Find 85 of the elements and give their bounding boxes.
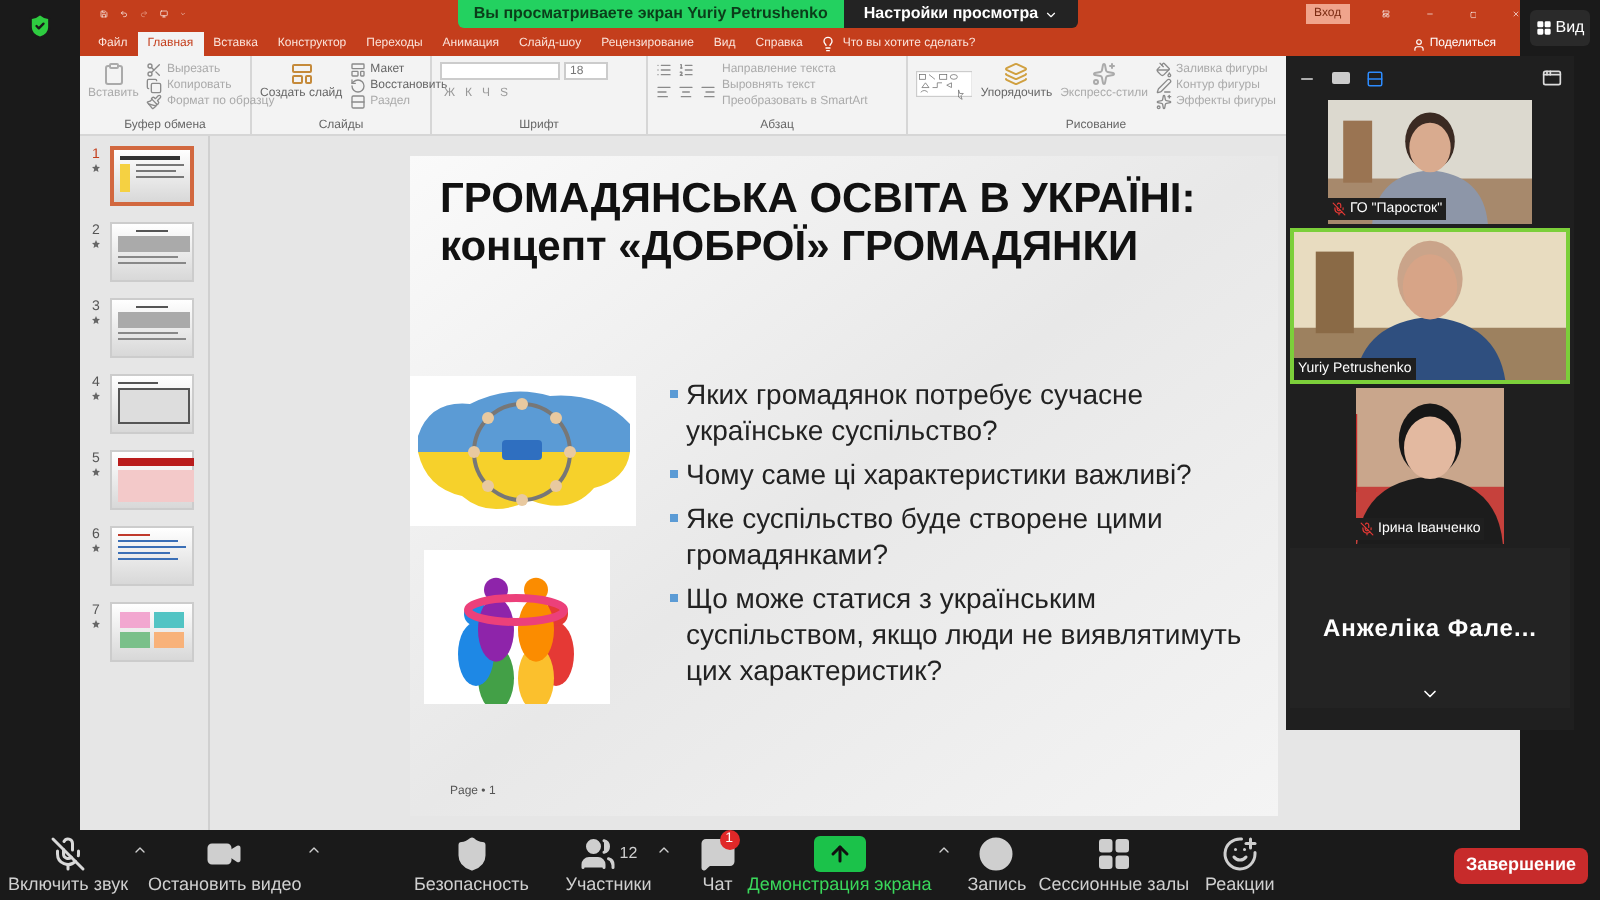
bullet-text: Яке суспільство буде створене цими громадянками? xyxy=(686,500,1165,572)
shield-icon xyxy=(453,836,490,872)
maximize-icon[interactable] xyxy=(1469,7,1477,21)
caret-icon[interactable] xyxy=(655,842,672,858)
slide-title: концепт «ДОБРОЇ» ГРОМАДЯНКИ xyxy=(440,224,1141,272)
shield-icon xyxy=(26,12,54,40)
caret-icon[interactable] xyxy=(132,842,149,858)
toolbar-button[interactable]: 12 Участники xyxy=(565,834,652,896)
section-icon[interactable] xyxy=(350,94,367,110)
toolbar-button[interactable]: Запись xyxy=(967,834,1027,896)
align-center-icon[interactable] xyxy=(678,84,694,100)
person-icon xyxy=(1411,37,1426,51)
pen-icon[interactable] xyxy=(1155,78,1172,94)
toolbar-button[interactable]: Безопасность xyxy=(401,834,542,896)
undo-icon[interactable] xyxy=(119,6,128,22)
bullets-icon[interactable] xyxy=(656,62,672,78)
reset-icon[interactable] xyxy=(350,78,367,94)
redo-icon[interactable] xyxy=(139,6,148,22)
slide-thumbnail[interactable] xyxy=(110,222,194,282)
ribbon-display-icon[interactable] xyxy=(1381,6,1390,22)
arrange-icon[interactable] xyxy=(1004,62,1029,86)
smiley-icon xyxy=(1221,836,1258,872)
align-left-icon[interactable] xyxy=(656,84,672,100)
bullet-icon xyxy=(670,390,678,398)
caret-icon[interactable] xyxy=(935,842,952,858)
star-icon xyxy=(92,392,100,400)
slide-thumbnail[interactable] xyxy=(110,450,194,510)
slide-title: ГРОМАДЯНСЬКА ОСВІТА В УКРАЇНІ: xyxy=(440,176,1198,224)
toolbar-button[interactable]: Включить звук xyxy=(8,834,129,896)
thumbnail-view-icon[interactable] xyxy=(1332,72,1350,84)
grid-icon xyxy=(1095,836,1132,872)
quick-styles-icon[interactable] xyxy=(1092,62,1117,86)
slide-thumbnail[interactable] xyxy=(110,146,194,206)
toolbar-button[interactable]: Сессионные залы xyxy=(1038,834,1190,896)
copy-icon[interactable] xyxy=(146,78,163,94)
slide-thumbnail[interactable] xyxy=(110,374,194,434)
scissors-icon[interactable] xyxy=(146,62,163,78)
brush-icon[interactable] xyxy=(146,94,163,110)
layout-icon[interactable] xyxy=(350,62,367,78)
slide-thumbnail[interactable] xyxy=(110,526,194,586)
save-icon[interactable] xyxy=(100,6,108,22)
star-icon xyxy=(92,316,100,324)
fill-icon[interactable] xyxy=(1155,62,1172,78)
mic-muted-icon xyxy=(1332,202,1346,216)
paste-icon[interactable] xyxy=(101,62,126,86)
caret-icon xyxy=(1044,7,1059,21)
view-button[interactable]: Вид xyxy=(1529,10,1591,46)
participant-name: Анжеліка Фале... xyxy=(1323,612,1537,646)
share-screen-icon xyxy=(813,836,866,872)
caret-icon[interactable] xyxy=(305,842,322,858)
toolbar-button[interactable]: Остановить видео xyxy=(148,834,302,896)
star-icon xyxy=(92,468,100,476)
bullet-icon xyxy=(670,470,678,478)
toolbar-button[interactable]: Демонстрация экрана xyxy=(747,834,932,896)
align-right-icon[interactable] xyxy=(700,84,716,100)
end-button[interactable]: Завершение xyxy=(1453,847,1588,883)
speaker-view-icon[interactable] xyxy=(1366,69,1384,87)
view-options-button[interactable]: Настройки просмотра xyxy=(843,0,1079,28)
star-icon xyxy=(92,620,100,628)
bullet-icon xyxy=(670,514,678,522)
new-slide-icon[interactable] xyxy=(289,62,314,86)
star-icon xyxy=(92,164,100,172)
lightbulb-icon xyxy=(820,36,837,52)
toolbar-button[interactable]: Реакции xyxy=(1205,834,1275,896)
slide-thumbnail[interactable] xyxy=(110,298,194,358)
bullet-icon xyxy=(670,594,678,602)
font-name-field[interactable] xyxy=(440,62,560,80)
numbering-icon[interactable] xyxy=(678,62,694,78)
screen-share-banner: Вы просматриваете экран Yuriy Petrushenko xyxy=(457,0,844,28)
bullet-text: Чому саме ці характеристики важливі? xyxy=(686,456,1192,492)
star-icon xyxy=(92,240,100,248)
bullet-text: Яких громадянок потребує сучасне українське суспільство? xyxy=(686,376,1146,448)
record-icon xyxy=(978,836,1015,872)
people-icon xyxy=(579,836,616,872)
mic-muted-icon xyxy=(1360,522,1374,536)
chat-icon xyxy=(699,836,736,872)
effects-icon[interactable] xyxy=(1155,94,1172,110)
presentation-icon[interactable] xyxy=(159,6,168,22)
close-icon[interactable] xyxy=(1512,6,1520,22)
slide-thumbnail[interactable] xyxy=(110,602,194,662)
bullet-text: Що може статися з українським суспільством, якщо люди не виявлятимуть цих характеристик? xyxy=(686,580,1244,688)
star-icon xyxy=(92,544,100,552)
participant-count: 12 xyxy=(619,842,638,866)
grid-icon xyxy=(1535,20,1552,36)
window-icon[interactable] xyxy=(1542,68,1562,88)
